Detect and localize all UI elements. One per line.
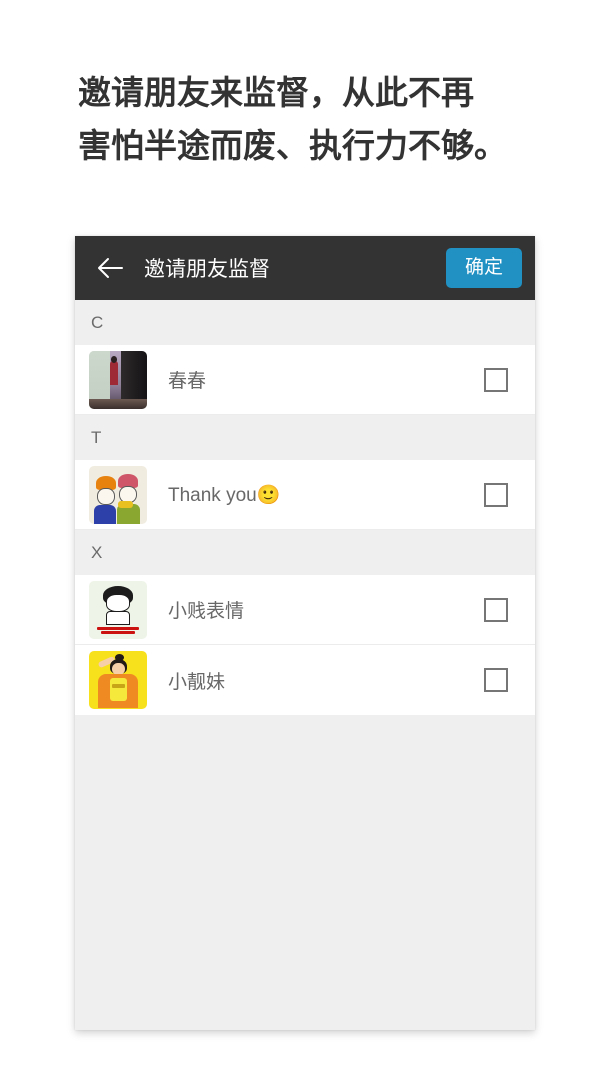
contact-name: 小贱表情 xyxy=(168,601,245,622)
contact-checkbox[interactable] xyxy=(484,668,508,692)
section-header: T xyxy=(75,415,535,460)
page-headline: 邀请朋友来监督，从此不再 害怕半途而废、执行力不够。 xyxy=(78,74,507,164)
phone-screenshot-card: 邀请朋友监督 确定 C 春春 T Thank you🙂 X 小贱表情 小靓妹 xyxy=(75,236,535,1030)
avatar xyxy=(89,350,147,409)
avatar xyxy=(89,465,147,524)
contact-checkbox[interactable] xyxy=(484,482,508,507)
contact-list-item[interactable]: 小贱表情 xyxy=(75,575,535,645)
avatar xyxy=(89,580,147,639)
contact-checkbox[interactable] xyxy=(484,597,508,622)
contact-name: 春春 xyxy=(168,371,207,392)
app-bar-title: 邀请朋友监督 xyxy=(144,258,270,281)
contact-list-item[interactable]: 春春 xyxy=(75,345,535,415)
arrow-left-icon[interactable] xyxy=(95,253,125,283)
section-letter: X xyxy=(91,542,103,562)
app-bar: 邀请朋友监督 确定 xyxy=(75,236,535,300)
contact-list-item[interactable]: 小靓妹 xyxy=(75,645,535,715)
contact-list-item[interactable]: Thank you🙂 xyxy=(75,460,535,530)
contact-name: 小靓妹 xyxy=(168,671,226,693)
confirm-button[interactable]: 确定 xyxy=(445,248,522,288)
contact-list[interactable]: C 春春 T Thank you🙂 X 小贱表情 小靓妹 xyxy=(75,300,535,1030)
section-header: X xyxy=(75,530,535,575)
avatar xyxy=(89,651,147,709)
section-letter: T xyxy=(91,427,102,447)
contact-checkbox[interactable] xyxy=(484,367,508,392)
section-header: C xyxy=(75,300,535,345)
section-letter: C xyxy=(91,312,104,332)
contact-name: Thank you🙂 xyxy=(168,484,281,506)
